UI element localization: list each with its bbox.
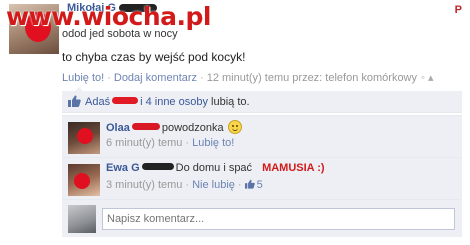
separator: · [107,72,111,84]
globe-icon: ◦ ▴ [421,72,434,84]
comment-meta: 6 minut(y) temu · Lubię to! [106,137,234,149]
site-watermark: www.wiocha.pl [6,2,211,31]
redaction-mark [74,173,90,189]
smiley-icon [227,120,242,134]
thumbs-up-icon [244,179,255,189]
thumbs-up-icon [68,95,81,107]
separator: · [237,179,242,191]
post-actions: Lubię to! · Dodaj komentarz · 12 minut(y) te… [62,71,434,84]
comment-input[interactable] [102,208,455,230]
comment-timestamp: 6 minut(y) temu [106,137,183,149]
commenter-avatar[interactable] [68,164,100,196]
annotation-text: MAMUSIA :) [262,162,325,174]
comment-body: Ewa G Do domu i spać MAMUSIA :) [106,162,325,174]
commenter-name[interactable]: Ewa G [106,162,140,174]
likes-summary: Adaś i 4 inne osoby lubią to. [62,91,462,113]
other-likers-link[interactable]: i 4 inne osoby [140,96,208,108]
post-text-line-1: odod jed sobota w nocy [62,28,178,40]
comment-unlike-link[interactable]: Nie lubię [192,179,235,191]
post-timestamp: 12 minut(y) temu przez: telefon komórkow… [206,72,418,84]
comment-composer [62,199,462,237]
likes-suffix: lubią to. [211,96,250,108]
commenter-avatar[interactable] [68,122,100,154]
comment-meta: 3 minut(y) temu · Nie lubię · 5 [106,179,263,191]
add-comment-link[interactable]: Dodaj komentarz [114,72,197,84]
comment-timestamp: 3 minut(y) temu [106,179,183,191]
commenter-name[interactable]: Olaa [106,122,130,134]
post-text-line-2: to chyba czas by wejść pod kocyk! [62,50,246,64]
comment-text: Do domu i spać [175,162,253,174]
comment-item: Ewa G Do domu i spać MAMUSIA :) 3 minut(y)… [62,157,462,199]
redaction-mark [131,123,160,130]
comment-body: Olaa powodzonka [106,120,242,134]
current-user-avatar [68,205,96,233]
comment-like-link[interactable]: Lubię to! [192,137,234,149]
comment-text: powodzonka [161,122,224,134]
redaction-mark [141,163,174,170]
separator: · [185,179,190,191]
comment-item: Olaa powodzonka 6 minut(y) temu · Lubię to! [62,115,462,157]
comment-like-count[interactable]: 5 [257,179,263,191]
redaction-mark [77,128,93,144]
separator: · [185,137,190,149]
like-link[interactable]: Lubię to! [62,72,104,84]
liker-name-link[interactable]: Adaś [85,96,110,108]
corner-mark: P [454,4,462,16]
separator: · [200,72,204,84]
redaction-mark [112,97,139,104]
